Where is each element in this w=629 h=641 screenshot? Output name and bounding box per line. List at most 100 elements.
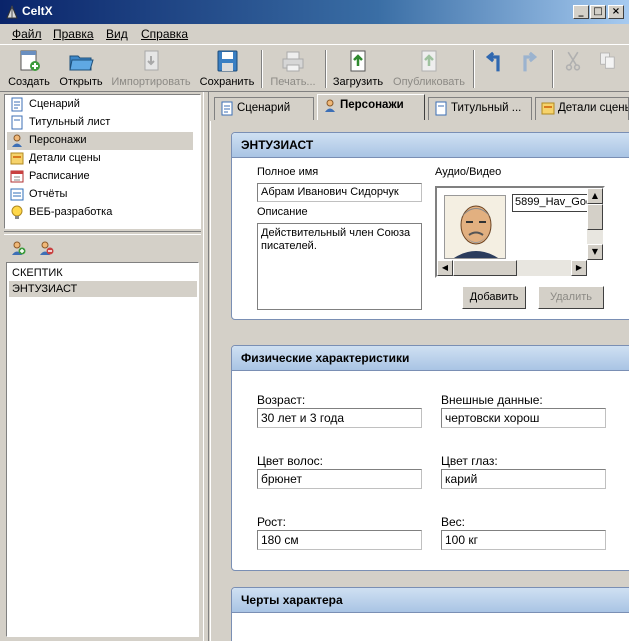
- eye-color-field[interactable]: карий: [441, 469, 606, 489]
- title-page-icon: [435, 101, 447, 116]
- toolbar-separator: [261, 50, 263, 88]
- title-page-icon: [11, 115, 23, 130]
- celtx-app-icon: [6, 4, 18, 19]
- portrait-thumbnail[interactable]: [444, 195, 506, 259]
- media-label: Аудио/Видео: [435, 166, 502, 178]
- toolbar-separator: [473, 50, 475, 88]
- nav-item-title-page[interactable]: Титульный лист: [7, 114, 193, 132]
- traits-section: Черты характера: [231, 587, 629, 641]
- character-list: СКЕПТИК ЭНТУЗИАСТ: [6, 262, 199, 637]
- add-media-button[interactable]: Добавить: [462, 286, 526, 309]
- script-icon: [11, 97, 23, 112]
- menu-view[interactable]: Вид: [106, 27, 128, 41]
- save-button[interactable]: Сохранить: [199, 49, 255, 93]
- scissors-icon: [565, 51, 581, 71]
- undo-arrow-icon: [485, 51, 500, 72]
- list-item[interactable]: ЭНТУЗИАСТ: [9, 281, 197, 297]
- window-title: CeltX: [22, 4, 53, 18]
- nav-item-characters[interactable]: Персонажи: [7, 132, 193, 150]
- identity-section: ЭНТУЗИАСТ Полное имя Абрам Иванович Сидо…: [231, 132, 629, 320]
- media-box: 5899_Hav_Goo ▲ ▼ ◀ ▶: [435, 186, 605, 278]
- undo-button[interactable]: [480, 49, 508, 93]
- character-icon: [325, 99, 335, 112]
- portrait-icon: [454, 205, 498, 258]
- height-field[interactable]: 180 см: [257, 530, 422, 550]
- open-folder-icon: [69, 55, 94, 71]
- physical-header: Физические характеристики: [232, 346, 629, 371]
- cut-button[interactable]: [560, 49, 584, 93]
- eye-color-label: Цвет глаз:: [441, 454, 498, 468]
- redo-button[interactable]: [515, 49, 543, 93]
- age-label: Возраст:: [257, 393, 306, 407]
- print-button[interactable]: Печать...: [266, 49, 320, 93]
- printer-icon: [282, 51, 304, 72]
- remove-media-button[interactable]: Удалить: [538, 286, 604, 309]
- toolbar: Создать Открыть Импортировать Сохранить …: [0, 44, 629, 92]
- import-button[interactable]: Импортировать: [111, 49, 191, 93]
- full-name-label: Полное имя: [257, 166, 319, 178]
- character-icon: [12, 134, 22, 147]
- save-disk-icon: [217, 50, 238, 72]
- nav-item-script[interactable]: Сценарий: [7, 96, 193, 114]
- tab-script[interactable]: Сценарий: [214, 97, 314, 120]
- vertical-splitter[interactable]: [203, 92, 209, 641]
- list-item[interactable]: СКЕПТИК: [9, 265, 197, 281]
- full-name-field[interactable]: Абрам Иванович Сидорчук: [257, 183, 422, 202]
- description-field[interactable]: Действительный член Союза писателей.: [257, 223, 422, 310]
- upload-icon: [350, 50, 366, 72]
- tab-title-page[interactable]: Титульный ...: [428, 97, 532, 120]
- tab-scene-details[interactable]: Детали сцены: [535, 97, 629, 120]
- left-panel-splitter[interactable]: [4, 231, 201, 235]
- publish-icon: [421, 50, 437, 72]
- weight-field[interactable]: 100 кг: [441, 530, 606, 550]
- traits-header: Черты характера: [232, 588, 629, 613]
- new-document-icon: [20, 50, 40, 71]
- nav-item-scene-details[interactable]: Детали сцены: [7, 150, 193, 168]
- menu-help[interactable]: Справка: [141, 27, 188, 41]
- menu-file[interactable]: Файл: [12, 27, 42, 41]
- tab-characters[interactable]: Персонажи: [317, 94, 425, 120]
- open-button[interactable]: Открыть: [58, 49, 104, 93]
- load-button[interactable]: Загрузить: [331, 49, 385, 93]
- remove-character-button[interactable]: [38, 240, 54, 256]
- schedule-icon: [10, 170, 24, 183]
- weight-label: Вес:: [441, 515, 466, 529]
- menu-bar: Файл Правка Вид Справка: [0, 24, 629, 44]
- media-vertical-scrollbar[interactable]: ▲ ▼: [587, 188, 603, 260]
- description-label: Описание: [257, 206, 308, 218]
- appearance-field[interactable]: чертовски хорош: [441, 408, 606, 428]
- web-bulb-icon: [11, 205, 23, 219]
- nav-item-schedule[interactable]: Расписание: [7, 168, 193, 186]
- toolbar-separator: [552, 50, 554, 88]
- nav-item-reports[interactable]: Отчёты: [7, 186, 193, 204]
- import-icon: [144, 50, 159, 71]
- scene-details-icon: [541, 102, 555, 115]
- media-horizontal-scrollbar[interactable]: ◀ ▶: [437, 260, 587, 276]
- tab-bar: Сценарий Персонажи Титульный ... Детали …: [210, 94, 629, 120]
- add-character-icon: [12, 241, 26, 255]
- remove-character-icon: [40, 241, 54, 255]
- minimize-button[interactable]: _: [573, 5, 589, 19]
- reports-icon: [10, 188, 24, 201]
- add-character-button[interactable]: [10, 240, 26, 256]
- toolbar-separator: [325, 50, 327, 88]
- age-field[interactable]: 30 лет и 3 года: [257, 408, 422, 428]
- appearance-label: Внешные данные:: [441, 393, 543, 407]
- hair-color-field[interactable]: брюнет: [257, 469, 422, 489]
- maximize-button[interactable]: □: [590, 5, 606, 19]
- height-label: Рост:: [257, 515, 286, 529]
- script-icon: [221, 101, 233, 116]
- character-name-header: ЭНТУЗИАСТ: [232, 133, 629, 158]
- media-file-item[interactable]: 5899_Hav_Goo: [512, 194, 590, 212]
- nav-item-web-dev[interactable]: ВЕБ-разработка: [7, 204, 193, 222]
- publish-button[interactable]: Опубликовать: [391, 49, 467, 93]
- close-button[interactable]: ×: [608, 5, 624, 19]
- redo-arrow-icon: [523, 51, 538, 72]
- character-editor: ЭНТУЗИАСТ Полное имя Абрам Иванович Сидо…: [210, 121, 629, 641]
- copy-icon: [600, 52, 615, 69]
- create-button[interactable]: Создать: [6, 49, 52, 93]
- menu-edit[interactable]: Правка: [53, 27, 94, 41]
- project-navigator: Сценарий Титульный лист Персонажи Детали…: [4, 94, 201, 229]
- scene-details-icon: [10, 152, 24, 165]
- copy-button[interactable]: [594, 49, 620, 93]
